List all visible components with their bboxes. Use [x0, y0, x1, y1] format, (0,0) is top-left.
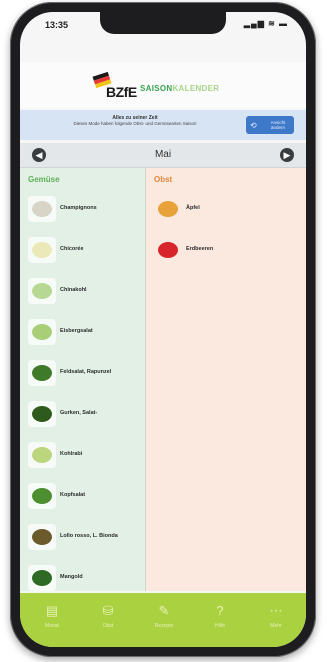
produce-image	[158, 201, 178, 217]
current-month: Mai	[154, 149, 172, 160]
produce-image	[32, 283, 52, 299]
logo-text: BZfE	[106, 84, 137, 100]
produce-image	[32, 570, 52, 586]
item-thumbnail	[28, 483, 56, 509]
info-banner: Alles zu seiner Zeit Dieses Mode haben f…	[20, 110, 306, 140]
item-label: Kohlrabi	[60, 451, 83, 457]
status-icons: ▂▄▆ ≋ ▬	[243, 19, 288, 28]
item-thumbnail	[28, 442, 56, 468]
phone-screen: 13:35 ▂▄▆ ≋ ▬ BZfE SAISONKALENDER Alles …	[20, 12, 306, 647]
list-item[interactable]: Äpfel	[154, 196, 269, 226]
refresh-icon: ⟲	[250, 121, 257, 130]
app-title-part1: SAISON	[140, 84, 173, 93]
item-thumbnail	[154, 196, 182, 222]
status-time: 13:35	[45, 20, 69, 30]
list-item[interactable]: Chinakohl	[28, 278, 143, 308]
item-thumbnail	[28, 237, 56, 263]
item-label: Feldsalat, Rapunzel	[60, 369, 112, 375]
tab-icon: ▤	[45, 603, 59, 618]
notch	[100, 12, 226, 34]
tab-label: Monat	[45, 623, 59, 629]
tab-mehr[interactable]: ⋯ Mehr	[254, 601, 298, 641]
app-header: BZfE SAISONKALENDER	[20, 62, 306, 108]
list-item[interactable]: Chicorée	[28, 237, 143, 267]
item-label: Äpfel	[186, 205, 200, 211]
tab-label: Hilfe	[214, 623, 225, 629]
list-item[interactable]: Feldsalat, Rapunzel	[28, 360, 143, 390]
tab-icon: ?	[216, 603, 224, 618]
tab-label: Rezepte	[154, 623, 174, 629]
item-label: Kopfsalat	[60, 492, 86, 498]
item-label: Champignons	[60, 205, 97, 211]
change-view-label: Ansicht ändern	[270, 120, 286, 130]
list-item[interactable]: Champignons	[28, 196, 143, 226]
item-thumbnail	[28, 565, 56, 591]
fruit-column: Obst Äpfel Erdbeeren	[146, 168, 306, 591]
produce-image	[32, 529, 52, 545]
item-label: Chinakohl	[60, 287, 87, 293]
item-thumbnail	[28, 278, 56, 304]
item-thumbnail	[28, 401, 56, 427]
item-label: Eisbergsalat	[60, 328, 93, 334]
item-thumbnail	[28, 196, 56, 222]
list-item[interactable]: Lollo rosso, L. Bionda	[28, 524, 143, 554]
app-title: SAISONKALENDER	[140, 84, 219, 93]
produce-image	[32, 406, 52, 422]
item-label: Chicorée	[60, 246, 84, 252]
tab-icon: ⋯	[269, 603, 283, 618]
produce-image	[32, 488, 52, 504]
item-thumbnail	[28, 319, 56, 345]
item-thumbnail	[154, 237, 182, 263]
item-thumbnail	[28, 524, 56, 550]
produce-image	[32, 324, 52, 340]
bzfe-logo: BZfE	[92, 71, 137, 100]
fruit-heading: Obst	[154, 175, 173, 184]
change-view-button[interactable]: ⟲ Ansicht ändern	[246, 116, 294, 134]
tab-obst[interactable]: ⛁ Obst	[86, 601, 130, 641]
list-item[interactable]: Kopfsalat	[28, 483, 143, 513]
produce-image	[32, 201, 52, 217]
item-label: Erdbeeren	[186, 246, 214, 252]
app-title-part2: KALENDER	[172, 84, 220, 93]
item-label: Mangold	[60, 574, 83, 580]
vegetable-column: Gemüse Champignons Chicorée Chinakohl Eisbe…	[20, 168, 146, 591]
produce-image	[32, 242, 52, 258]
tab-label: Mehr	[270, 623, 282, 629]
produce-image	[158, 242, 178, 258]
item-thumbnail	[28, 360, 56, 386]
list-item[interactable]: Erdbeeren	[154, 237, 269, 267]
item-label: Lollo rosso, L. Bionda	[60, 533, 118, 539]
tab-icon: ⛁	[102, 603, 114, 618]
item-label: Gurken, Salat-	[60, 410, 98, 416]
bottom-tab-bar: ▤ Monat ⛁ Obst ✎ Rezepte? Hilfe ⋯ Mehr	[20, 593, 306, 647]
produce-image	[32, 447, 52, 463]
tab-hilfe[interactable]: ? Hilfe	[198, 601, 242, 641]
list-item[interactable]: Kohlrabi	[28, 442, 143, 472]
produce-image	[32, 365, 52, 381]
next-month-button[interactable]: ▶	[280, 148, 294, 162]
tab-monat[interactable]: ▤ Monat	[30, 601, 74, 641]
tab-icon: ✎	[158, 603, 170, 618]
list-item[interactable]: Gurken, Salat-	[28, 401, 143, 431]
list-item[interactable]: Eisbergsalat	[28, 319, 143, 349]
tab-label: Obst	[102, 623, 114, 629]
list-item[interactable]: Mangold	[28, 565, 143, 595]
month-navigation: ◀ Mai ▶	[20, 143, 306, 168]
phone-frame: 13:35 ▂▄▆ ≋ ▬ BZfE SAISONKALENDER Alles …	[10, 2, 316, 657]
banner-text: Dieses Mode haben folgende Obst- und Gem…	[73, 121, 197, 126]
tab-rezepte[interactable]: ✎ Rezepte	[142, 601, 186, 641]
vegetable-heading: Gemüse	[28, 175, 60, 184]
